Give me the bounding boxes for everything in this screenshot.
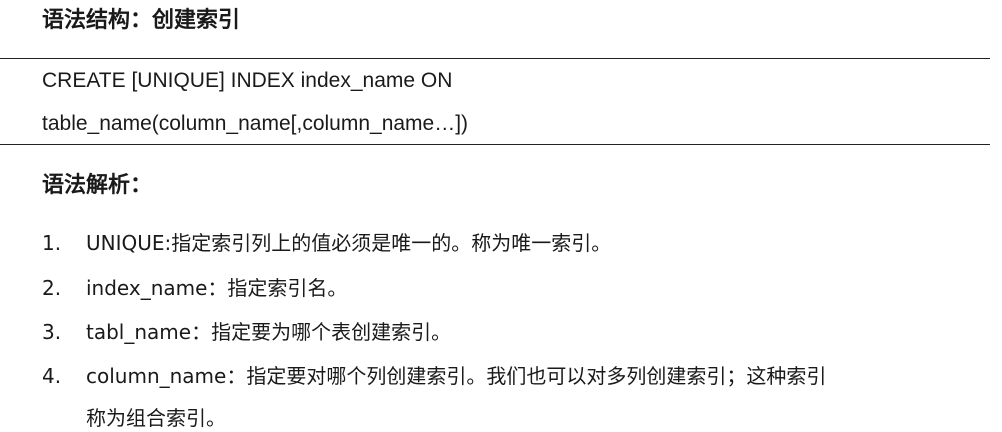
code-line-1: CREATE [UNIQUE] INDEX index_name ON [42,69,453,92]
list-item-number: 2. [42,276,62,300]
list-item-text: index_name：指定索引名。 [86,276,348,300]
list-item-number: 1. [42,231,62,255]
list-item-text: UNIQUE:指定索引列上的值必须是唯一的。称为唯一索引。 [86,231,612,255]
list-item-number: 3. [42,320,62,344]
code-block-top-rule [0,58,990,59]
syntax-structure-heading: 语法结构：创建索引 [42,8,241,33]
code-block-bottom-rule [0,144,990,145]
list-item-text: column_name：指定要对哪个列创建索引。我们也可以对多列创建索引；这种索… [86,364,827,388]
code-line-2: table_name(column_name[,column_name…]) [42,112,469,135]
syntax-analysis-heading: 语法解析： [42,173,153,198]
list-item-number: 4. [42,364,62,388]
list-item-text: tabl_name：指定要为哪个表创建索引。 [86,320,452,344]
list-item-continuation: 称为组合索引。 [86,406,226,430]
